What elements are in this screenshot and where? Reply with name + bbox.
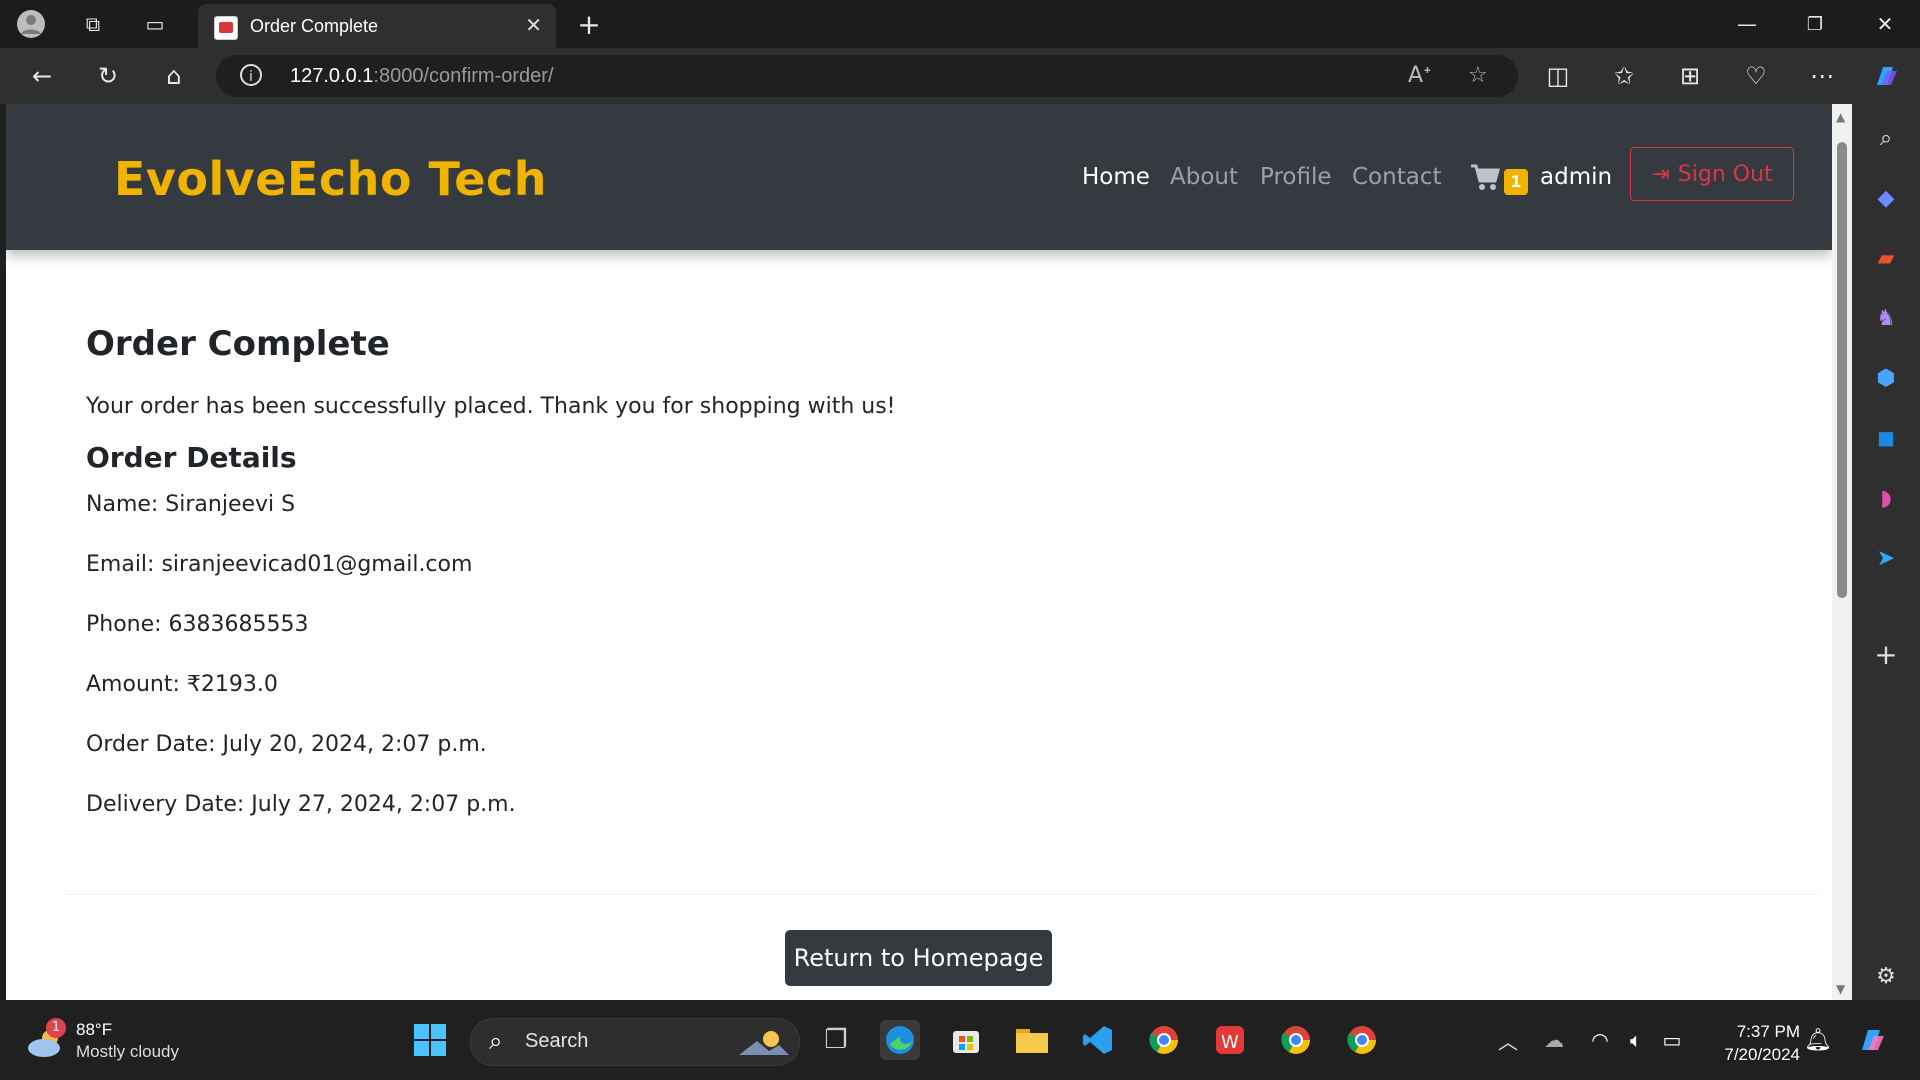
split-screen-icon[interactable]: ◫ [1542, 60, 1574, 92]
cart-count-badge: 1 [1504, 169, 1528, 195]
detail-name: Name: Siranjeevi S [86, 492, 296, 517]
order-details-heading: Order Details [86, 441, 297, 474]
taskbar-search-label: Search [525, 1030, 589, 1052]
sidebar-shopping-icon[interactable]: ◆ [1870, 182, 1902, 214]
windows-start-icon[interactable] [410, 1020, 450, 1060]
weather-alert-badge: 1 [46, 1018, 66, 1038]
detail-order-date: Order Date: July 20, 2024, 2:07 p.m. [86, 732, 487, 757]
browser-tab[interactable]: Order Complete ✕ [198, 4, 556, 48]
search-highlight-icon [729, 1027, 789, 1057]
order-content: Order Complete Your order has been succe… [86, 324, 896, 817]
address-bar[interactable]: i 127.0.0.1:8000/confirm-order/ Aᐩ ☆ [216, 55, 1518, 97]
cart-icon[interactable] [1470, 164, 1500, 199]
more-menu-icon[interactable]: ⋯ [1806, 60, 1838, 92]
edge-sidebar: ⌕ ◆ ▰ ♞ ⬢ ◼ ◗ ➤ + ⚙ [1852, 104, 1920, 1000]
scroll-up-arrow-icon[interactable]: ▲ [1836, 110, 1845, 124]
site-navbar: EvolveEcho Tech Home About Profile Conta… [6, 104, 1832, 250]
return-home-button[interactable]: Return to Homepage [785, 930, 1052, 986]
sidebar-designer-icon[interactable]: ◗ [1870, 482, 1902, 514]
nav-contact[interactable]: Contact [1352, 164, 1441, 190]
detail-email: Email: siranjeevicad01@gmail.com [86, 552, 473, 577]
sidebar-send-icon[interactable]: ➤ [1870, 542, 1902, 574]
tray-wifi-icon[interactable]: ◠ [1580, 1020, 1620, 1060]
clock-time: 7:37 PM [1736, 1022, 1800, 1041]
nav-profile[interactable]: Profile [1260, 164, 1332, 190]
sign-out-button[interactable]: ⇥ Sign Out [1630, 147, 1794, 201]
page-title: Order Complete [86, 324, 390, 364]
site-info-icon[interactable]: i [240, 64, 262, 86]
profile-avatar-icon[interactable] [16, 9, 46, 39]
sidebar-settings-gear-icon[interactable]: ⚙ [1870, 960, 1902, 992]
tab-actions-icon[interactable]: ▭ [140, 9, 170, 39]
read-aloud-icon[interactable]: Aᐩ [1408, 63, 1432, 88]
taskbar-vscode-icon[interactable] [1078, 1020, 1118, 1060]
sidebar-copilot-icon[interactable]: ⬢ [1870, 362, 1902, 394]
sidebar-games-icon[interactable]: ♞ [1870, 302, 1902, 334]
nav-about[interactable]: About [1170, 164, 1238, 190]
sidebar-search-icon[interactable]: ⌕ [1870, 122, 1902, 154]
tray-onedrive-icon[interactable]: ☁ [1534, 1020, 1574, 1060]
minimize-icon[interactable]: — [1732, 9, 1762, 39]
detail-amount: Amount: ₹2193.0 [86, 672, 278, 697]
taskbar-search-icon: ⌕ [489, 1027, 503, 1055]
close-tab-icon[interactable]: ✕ [525, 13, 542, 37]
weather-desc: Mostly cloudy [76, 1042, 179, 1061]
taskbar-file-explorer-icon[interactable] [1012, 1020, 1052, 1060]
window-close-icon[interactable]: ✕ [1870, 9, 1900, 39]
home-icon[interactable]: ⌂ [158, 60, 190, 92]
url-path: :8000/confirm-order/ [373, 65, 554, 87]
tray-overflow-chevron-icon[interactable]: ︿ [1488, 1020, 1528, 1060]
back-icon[interactable]: ← [26, 60, 58, 92]
windows-taskbar: 1 88°F Mostly cloudy ⌕ Search ❐ W ︿ ☁ ◠ … [0, 1000, 1920, 1080]
taskbar-search[interactable]: ⌕ Search [470, 1018, 800, 1066]
url-host: 127.0.0.1 [290, 65, 374, 87]
taskbar-chrome-icon[interactable] [1144, 1020, 1184, 1060]
sign-out-label: Sign Out [1677, 161, 1773, 187]
tab-title: Order Complete [250, 16, 379, 36]
taskbar-chrome-profile2-icon[interactable] [1276, 1020, 1316, 1060]
scrollbar-thumb[interactable] [1837, 142, 1847, 598]
page-scrollbar[interactable]: ▲ ▼ [1832, 104, 1852, 1000]
tab-favicon-icon [214, 16, 238, 40]
weather-temp: 88°F [76, 1020, 113, 1039]
taskbar-store-icon[interactable] [946, 1020, 986, 1060]
taskbar-wps-icon[interactable]: W [1210, 1020, 1250, 1060]
browser-toolbar: ← ↻ ⌂ i 127.0.0.1:8000/confirm-order/ Aᐩ… [0, 48, 1920, 104]
order-success-message: Your order has been successfully placed.… [86, 394, 896, 419]
nav-home[interactable]: Home [1082, 164, 1150, 190]
sign-out-icon: ⇥ [1651, 161, 1670, 187]
clock-date: 7/20/2024 [1724, 1045, 1800, 1064]
site-brand[interactable]: EvolveEcho Tech [114, 152, 547, 206]
detail-phone: Phone: 6383685553 [86, 612, 309, 637]
collections-icon[interactable]: ⊞ [1674, 60, 1706, 92]
divider [66, 894, 1818, 895]
browser-essentials-icon[interactable]: ♡ [1740, 60, 1772, 92]
page-viewport: EvolveEcho Tech Home About Profile Conta… [6, 104, 1832, 1000]
detail-delivery-date: Delivery Date: July 27, 2024, 2:07 p.m. [86, 792, 516, 817]
favorites-icon[interactable]: ✩ [1608, 60, 1640, 92]
sidebar-tools-icon[interactable]: ▰ [1870, 242, 1902, 274]
new-tab-icon[interactable]: + [574, 8, 604, 41]
url-text[interactable]: 127.0.0.1:8000/confirm-order/ [290, 65, 554, 88]
sidebar-outlook-icon[interactable]: ◼ [1870, 422, 1902, 454]
scroll-down-arrow-icon[interactable]: ▼ [1836, 982, 1845, 996]
sidebar-add-icon[interactable]: + [1870, 638, 1902, 671]
tray-volume-icon[interactable]: 🔈︎ [1616, 1020, 1656, 1060]
svg-text:W: W [1221, 1032, 1239, 1053]
task-view-icon[interactable]: ❐ [816, 1020, 856, 1060]
browser-title-bar: ⧉ ▭ Order Complete ✕ + — ❐ ✕ [0, 0, 1920, 48]
taskbar-clock[interactable]: 7:37 PM 7/20/2024 [1700, 1020, 1800, 1066]
taskbar-chrome-profile3-icon[interactable] [1342, 1020, 1382, 1060]
weather-widget[interactable]: 1 88°F Mostly cloudy [26, 1018, 226, 1064]
workspaces-icon[interactable]: ⧉ [78, 9, 108, 39]
taskbar-edge-icon[interactable] [880, 1020, 920, 1060]
restore-icon[interactable]: ❐ [1800, 9, 1830, 39]
taskbar-copilot-icon[interactable] [1852, 1020, 1892, 1060]
copilot-icon[interactable] [1870, 60, 1902, 92]
tray-battery-icon[interactable]: ▭ [1652, 1020, 1692, 1060]
favorite-star-icon[interactable]: ☆ [1468, 63, 1488, 88]
username-label[interactable]: admin [1540, 164, 1612, 190]
refresh-icon[interactable]: ↻ [92, 60, 124, 92]
notification-bell-icon[interactable]: 🔔︎ [1798, 1020, 1838, 1060]
